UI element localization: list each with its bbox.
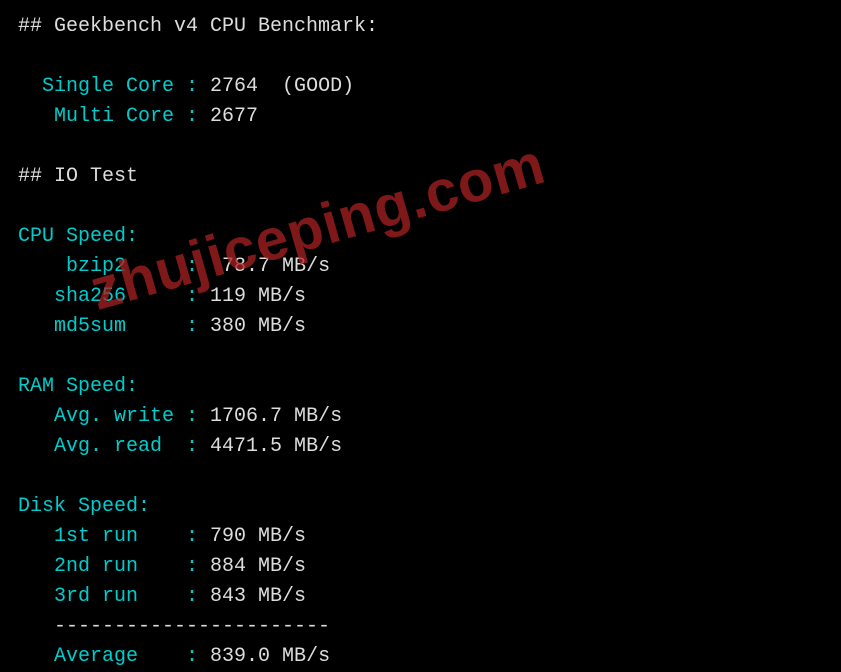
disk-run2-value: 884 MB/s: [210, 555, 306, 578]
sha256-row: sha256 : 119 MB/s: [18, 282, 823, 312]
multi-core-value: 2677: [210, 105, 258, 128]
bzip2-label: bzip2 :: [66, 255, 210, 278]
cpu-speed-header: CPU Speed:: [18, 222, 823, 252]
disk-divider: -----------------------: [18, 612, 823, 642]
ram-read-row: Avg. read : 4471.5 MB/s: [18, 432, 823, 462]
single-core-row: Single Core : 2764 (GOOD): [18, 72, 823, 102]
ram-read-label: Avg. read :: [54, 435, 210, 458]
md5sum-row: md5sum : 380 MB/s: [18, 312, 823, 342]
single-core-value: 2764 (GOOD): [210, 75, 354, 98]
ram-read-value: 4471.5 MB/s: [210, 435, 342, 458]
disk-avg-label: Average :: [54, 645, 210, 668]
blank-line: [18, 132, 823, 162]
disk-run1-label: 1st run :: [54, 525, 210, 548]
single-core-label: Single Core :: [42, 75, 210, 98]
blank-line: [18, 462, 823, 492]
disk-run3-row: 3rd run : 843 MB/s: [18, 582, 823, 612]
multi-core-row: Multi Core : 2677: [18, 102, 823, 132]
disk-run1-row: 1st run : 790 MB/s: [18, 522, 823, 552]
blank-line: [18, 192, 823, 222]
disk-run2-label: 2nd run :: [54, 555, 210, 578]
ram-speed-header: RAM Speed:: [18, 372, 823, 402]
disk-run3-label: 3rd run :: [54, 585, 210, 608]
blank-line: [18, 342, 823, 372]
md5sum-value: 380 MB/s: [210, 315, 306, 338]
sha256-label: sha256 :: [54, 285, 210, 308]
sha256-value: 119 MB/s: [210, 285, 306, 308]
io-test-header: ## IO Test: [18, 162, 823, 192]
bzip2-value: 78.7 MB/s: [210, 255, 330, 278]
disk-avg-row: Average : 839.0 MB/s: [18, 642, 823, 672]
ram-write-row: Avg. write : 1706.7 MB/s: [18, 402, 823, 432]
geekbench-header: ## Geekbench v4 CPU Benchmark:: [18, 12, 823, 42]
disk-run3-value: 843 MB/s: [210, 585, 306, 608]
disk-avg-value: 839.0 MB/s: [210, 645, 330, 668]
bzip2-row: bzip2 : 78.7 MB/s: [18, 252, 823, 282]
multi-core-label: Multi Core :: [54, 105, 210, 128]
blank-line: [18, 42, 823, 72]
ram-write-label: Avg. write :: [54, 405, 210, 428]
md5sum-label: md5sum :: [54, 315, 210, 338]
disk-speed-header: Disk Speed:: [18, 492, 823, 522]
disk-run2-row: 2nd run : 884 MB/s: [18, 552, 823, 582]
ram-write-value: 1706.7 MB/s: [210, 405, 342, 428]
disk-run1-value: 790 MB/s: [210, 525, 306, 548]
